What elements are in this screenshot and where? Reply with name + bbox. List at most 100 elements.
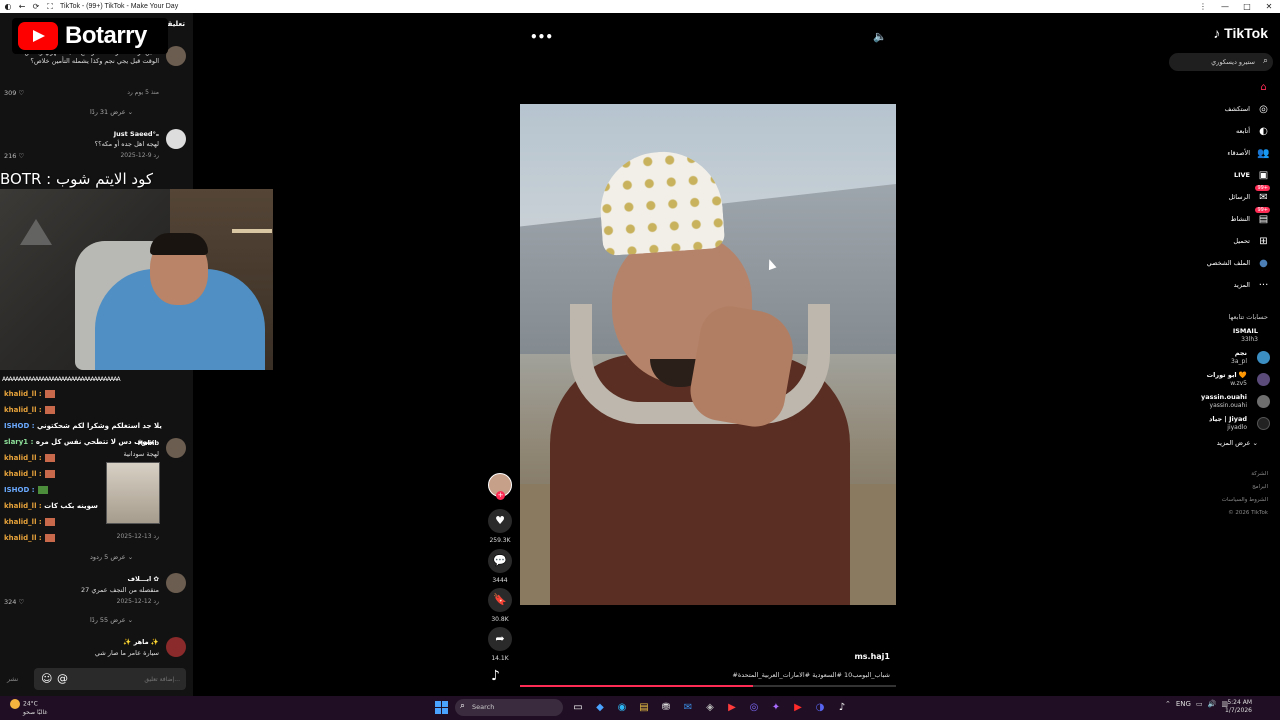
video-app-icon[interactable]: ▶: [790, 700, 806, 716]
mention-icon[interactable]: @: [57, 672, 68, 685]
search-icon[interactable]: ⌕: [1263, 56, 1268, 66]
file-explorer-icon[interactable]: ▤: [636, 700, 652, 716]
chat-line: slary1 : شوف دس لا تتطحي نفس كل مره: [4, 438, 153, 446]
emoji-icon[interactable]: ☺: [41, 672, 52, 685]
browser-options-button[interactable]: ⋮: [1192, 0, 1214, 13]
comment-meta[interactable]: 2025-12-13 رد: [117, 533, 159, 540]
like-action: ♥ 259.3K: [486, 509, 514, 544]
browser-menu-icon[interactable]: ◐: [4, 2, 12, 11]
nav-label: LIVE: [1233, 171, 1250, 179]
nav-following[interactable]: أتابعه ◐: [1160, 125, 1270, 139]
comment-likes[interactable]: 309 ♡: [4, 89, 24, 97]
comment-likes[interactable]: 324 ♡: [4, 598, 24, 606]
streamer-hair: [150, 233, 208, 255]
nav-live[interactable]: LIVE ▣: [1160, 169, 1270, 183]
share-icon[interactable]: ➦: [488, 627, 512, 651]
video-hashtags[interactable]: #شباب_البومب10 #السعودية #الامارات_العرب…: [690, 671, 890, 679]
volume-icon[interactable]: 🔊: [1208, 700, 1217, 708]
app-icon[interactable]: ◈: [702, 700, 718, 716]
taskbar-clock[interactable]: 5:24 AM 1/7/2026: [1225, 699, 1252, 715]
chat-message: سوينه بكب كات: [44, 502, 98, 510]
nav-explore[interactable]: استكشف ◎: [1160, 103, 1270, 117]
footer-terms-link[interactable]: الشروط والسياسات: [1222, 497, 1268, 503]
chat-user: khalid_ll :: [4, 518, 42, 526]
chat-line: ISHOD :: [4, 486, 48, 494]
video-author[interactable]: ms.haj1: [810, 652, 890, 661]
view-replies-button[interactable]: عرض 31 ردًا ⌄: [90, 108, 133, 116]
store-icon[interactable]: ⛃: [658, 700, 674, 716]
weather-temp: 24°C: [23, 700, 38, 708]
tiktok-note-icon[interactable]: ♪: [491, 668, 500, 684]
nav-label: النشاط: [1230, 215, 1250, 223]
chat-line: khalid_ll :: [4, 534, 55, 542]
chat-user: khalid_ll :: [4, 390, 42, 398]
comment-avatar[interactable]: [166, 573, 186, 593]
tiktok-logo[interactable]: ♪ TikTok: [1213, 25, 1268, 41]
view-replies-button[interactable]: عرض 55 ردًا ⌄: [90, 616, 133, 624]
follow-button[interactable]: +: [496, 491, 505, 500]
reload-icon[interactable]: ⟳: [32, 2, 40, 11]
video-progress-bar[interactable]: [520, 685, 896, 687]
heart-icon[interactable]: ♥: [488, 509, 512, 533]
sound-icon[interactable]: 🔈: [873, 30, 887, 43]
windows-start-icon[interactable]: [435, 701, 448, 714]
close-button[interactable]: ✕: [1258, 0, 1280, 13]
search-input[interactable]: [1185, 56, 1255, 68]
emote-icon: [44, 406, 55, 414]
language-indicator[interactable]: ENG: [1176, 700, 1191, 708]
comment-user[interactable]: Just Saeed°ₒ: [114, 130, 159, 138]
comment-user[interactable]: ابـــلاف ✿: [127, 575, 159, 583]
fullscreen-icon[interactable]: ⛶: [46, 2, 54, 11]
post-comment-button[interactable]: نشر: [7, 675, 18, 683]
comment-likes[interactable]: 216 ♡: [4, 152, 24, 160]
nav-home[interactable]: ⌂: [1160, 81, 1270, 95]
nav-profile[interactable]: الملف الشخصي ●: [1160, 257, 1270, 271]
mail-icon[interactable]: ✉: [680, 700, 696, 716]
comment-meta[interactable]: منذ 5 يوم رد: [127, 89, 159, 96]
more-options-icon[interactable]: •••: [530, 30, 553, 44]
weather-widget[interactable]: 24°C غالبًا صحو: [10, 699, 47, 717]
nav-friends[interactable]: الأصدقاء 👥: [1160, 147, 1270, 161]
comment-avatar[interactable]: [166, 438, 186, 458]
footer-programs-link[interactable]: البرامج: [1252, 484, 1268, 490]
search-icon: ⌕: [460, 701, 466, 711]
comment-meta[interactable]: 2025-12-9 رد: [120, 152, 159, 159]
comment-avatar[interactable]: [166, 46, 186, 66]
home-icon: ⌂: [1260, 82, 1267, 93]
bookmark-icon[interactable]: 🔖: [488, 588, 512, 612]
activity-badge: 99+: [1255, 207, 1270, 213]
nav-activity[interactable]: النشاط ▤ 99+: [1160, 207, 1270, 227]
search-box[interactable]: ⌕: [1169, 53, 1273, 71]
tray-chevron-icon[interactable]: ⌃: [1165, 700, 1171, 708]
comment-meta[interactable]: 2025-12-12 رد: [117, 598, 159, 605]
comment-input-box[interactable]: ☺ @: [34, 668, 186, 690]
account-avatar: [1257, 373, 1270, 386]
comment-input[interactable]: [100, 673, 180, 685]
footer-company-link[interactable]: الشركة: [1251, 471, 1268, 477]
app-icon[interactable]: ✦: [768, 700, 784, 716]
view-replies-button[interactable]: عرض 5 ردود ⌄: [90, 553, 133, 561]
video-player[interactable]: [520, 104, 896, 605]
task-view-icon[interactable]: ▭: [570, 700, 586, 716]
minimize-button[interactable]: —: [1214, 0, 1236, 13]
comment-avatar[interactable]: [166, 637, 186, 657]
tiktok-app-icon[interactable]: ♪: [834, 700, 850, 716]
back-icon[interactable]: ←: [18, 2, 26, 11]
nav-upload[interactable]: تحميل ⊞: [1160, 235, 1270, 249]
discord-icon[interactable]: ◑: [812, 700, 828, 716]
progress-fill: [520, 685, 754, 687]
nav-messages[interactable]: الرسائل ✉ 99+: [1160, 185, 1270, 205]
chat-message: شوف دس لا تتطحي نفس كل مره: [35, 438, 154, 446]
monitor-icon[interactable]: ▭: [1196, 700, 1203, 708]
see-more-button[interactable]: عرض المزيد ⌄: [1217, 439, 1258, 447]
app-icon[interactable]: ◆: [592, 700, 608, 716]
edge-icon[interactable]: ◉: [614, 700, 630, 716]
nav-more[interactable]: المزيد ···: [1160, 279, 1270, 293]
taskbar-search[interactable]: ⌕ Search: [455, 699, 563, 716]
comment-avatar[interactable]: [166, 129, 186, 149]
app-icon[interactable]: ◎: [746, 700, 762, 716]
comment-icon[interactable]: 💬: [488, 549, 512, 573]
youtube-icon[interactable]: ▶: [724, 700, 740, 716]
maximize-button[interactable]: □: [1236, 0, 1258, 13]
comment-user[interactable]: ✨ ماهر ✨: [123, 638, 159, 646]
